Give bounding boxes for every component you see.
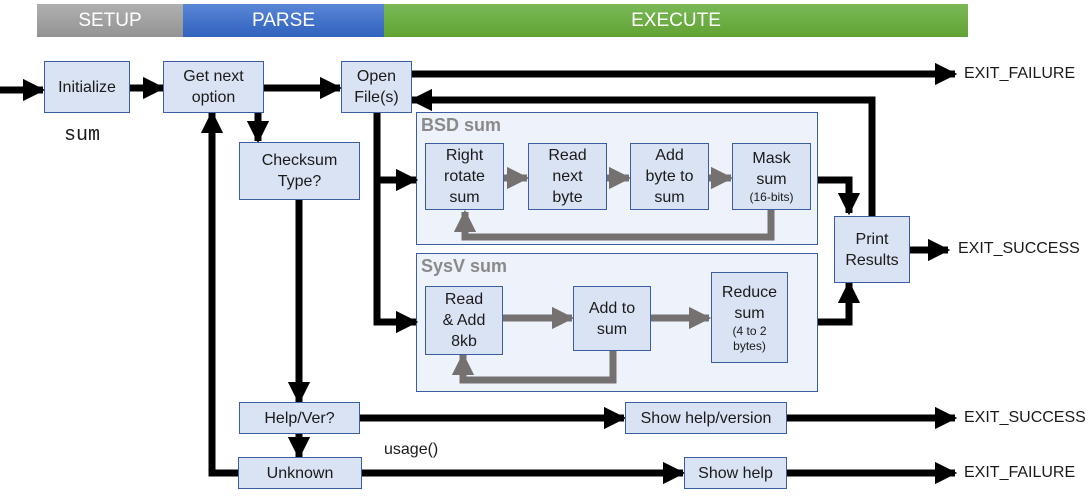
print-results-node: Print Results	[834, 216, 910, 283]
sysv-step-text: Read & Add 8kb	[442, 291, 486, 350]
sysv-step-read-add: Read & Add 8kb	[425, 286, 503, 355]
get-next-option-node: Get next option	[163, 61, 264, 113]
bsd-step-text: Right rotate sum	[444, 147, 485, 206]
open-files-node: Open File(s)	[341, 61, 412, 113]
program-name-label: sum	[64, 124, 101, 147]
checksum-type-node: Checksum Type?	[239, 142, 360, 200]
sysv-step-text: Add to sum	[588, 299, 636, 338]
help-ver-node: Help/Ver?	[239, 402, 360, 434]
bsd-step-text: Add byte to sum	[645, 147, 694, 206]
show-help-version-node: Show help/version	[625, 402, 787, 434]
exit-failure-open: EXIT_FAILURE	[964, 65, 1076, 82]
bsd-step-text: Mask sum	[752, 150, 791, 188]
arrow-open-to-sysv	[373, 180, 419, 334]
usage-label: usage()	[384, 441, 439, 458]
arrow-sysv-loop	[451, 351, 617, 384]
arrow-bsd-to-print	[818, 176, 861, 216]
unknown-node: Unknown	[238, 457, 362, 489]
arrow-sysv-to-print	[818, 280, 861, 326]
bsd-step-mask-sum: Mask sum (16-bits)	[732, 143, 811, 210]
initialize-node: Initialize	[44, 61, 130, 113]
show-help-node: Show help	[684, 457, 787, 489]
sysv-step-reduce-sum: Reduce sum (4 to 2 bytes)	[711, 272, 788, 363]
arrow-open-to-bsd	[373, 112, 419, 192]
exit-success-help: EXIT_SUCCESS	[964, 409, 1086, 426]
exit-failure-unknown: EXIT_FAILURE	[964, 464, 1076, 481]
exit-success-print: EXIT_SUCCESS	[958, 240, 1080, 257]
arrow-unknown-loop-to-getnext	[200, 110, 238, 477]
sysv-step-text: Reduce sum	[721, 283, 778, 322]
arrow-bsd-loop	[453, 209, 775, 241]
bsd-step-add-byte: Add byte to sum	[630, 143, 709, 210]
bsd-step-note: (16-bits)	[749, 190, 794, 204]
sysv-step-note: (4 to 2 bytes)	[732, 323, 767, 353]
sysv-step-add-to-sum: Add to sum	[573, 286, 651, 351]
bsd-step-text: Read next byte	[548, 147, 587, 206]
bsd-step-right-rotate: Right rotate sum	[425, 143, 504, 210]
bsd-step-read-next-byte: Read next byte	[528, 143, 607, 210]
